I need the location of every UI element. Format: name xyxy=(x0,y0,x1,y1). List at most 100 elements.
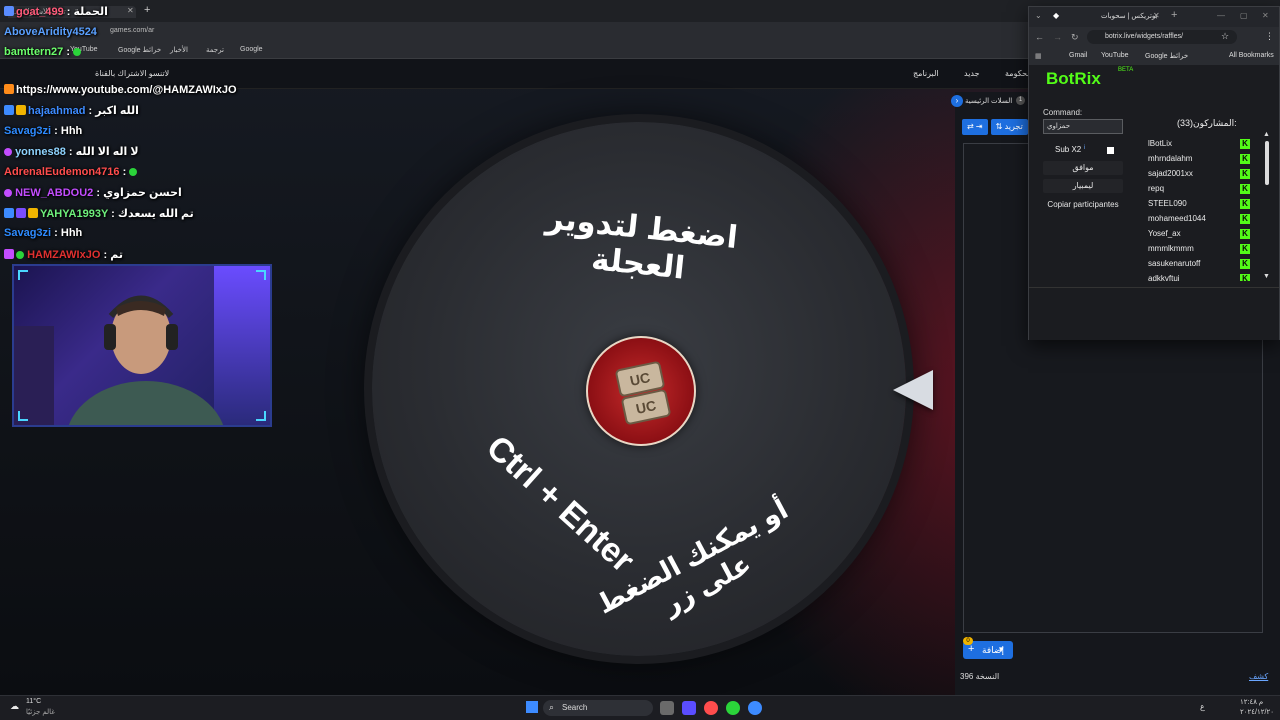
tab-main-lists[interactable]: السلات الرئيسية xyxy=(965,97,1012,105)
sort-button[interactable]: ⇅ تجريد xyxy=(990,119,1028,135)
kick-icon: K xyxy=(1240,184,1250,194)
task-view-icon[interactable] xyxy=(660,701,674,715)
popup-url: botrix.live/widgets/raffles/ xyxy=(1105,33,1184,40)
kick-icon: K xyxy=(1240,154,1250,164)
chat-message: : احسن حمزاوي xyxy=(96,187,182,199)
chat-line: AdrenalEudemon4716 : xyxy=(4,166,138,178)
chat-username: AboveAridity4524 xyxy=(4,26,97,38)
participant-name: mohameed1044 xyxy=(1148,214,1206,223)
start-icon[interactable] xyxy=(526,701,538,713)
popup-url-bar[interactable]: botrix.live/widgets/raffles/ xyxy=(1087,30,1237,44)
chat-line: NEW_ABDOU2 : احسن حمزاوي xyxy=(4,186,182,199)
chat-line: https://www.youtube.com/@HAMZAWIxJO xyxy=(4,84,237,96)
participant-name: mhrndalahm xyxy=(1148,154,1193,163)
shuffle-button[interactable]: ⇄ ⇥ xyxy=(962,119,988,135)
divider xyxy=(1029,287,1279,288)
chevron-down-icon: ▾ xyxy=(999,644,1004,654)
bookmark-maps[interactable]: Google خرائط xyxy=(1145,52,1188,60)
badge-icon xyxy=(16,208,26,218)
scroll-down-icon[interactable]: ▼ xyxy=(1263,273,1270,280)
clock-time: م ١٢:٤٨ xyxy=(1240,699,1264,706)
wheel-pointer-icon xyxy=(893,370,933,410)
expand-icon[interactable]: › xyxy=(951,95,963,107)
back-icon[interactable]: ← xyxy=(1035,32,1044,42)
badge-icon xyxy=(4,105,14,115)
close-tab-icon[interactable]: ✕ xyxy=(1153,11,1160,20)
close-window-icon[interactable]: ✕ xyxy=(1262,11,1269,20)
info-icon[interactable]: i xyxy=(1084,145,1085,151)
uc-coin-icon: UC UC xyxy=(615,361,671,425)
participant-name: Yosef_ax xyxy=(1148,229,1181,238)
tools-row: ⇄ ⇥ ⇅ تجريد xyxy=(962,118,1031,135)
command-input[interactable]: حمزاوي xyxy=(1043,119,1123,134)
chat-message: : Hhh xyxy=(54,125,83,137)
search-label: Search xyxy=(562,703,588,712)
minimize-icon[interactable]: — xyxy=(1217,11,1225,20)
sub-x2-checkbox[interactable] xyxy=(1107,147,1114,154)
maximize-icon[interactable]: ▢ xyxy=(1240,11,1248,20)
new-badge: 0 xyxy=(963,637,973,645)
weather-temp: 11°C xyxy=(26,698,42,705)
chat-line: HAMZAWIxJO : تم xyxy=(4,248,123,261)
kick-icon: K xyxy=(1240,229,1250,239)
emote-icon xyxy=(73,48,82,57)
app-icon[interactable] xyxy=(682,701,696,715)
popup-tab-title[interactable]: بوتريكس | سحوبات xyxy=(1101,12,1158,20)
apps-icon[interactable]: ▦ xyxy=(1035,52,1042,60)
chat-message: : تم xyxy=(103,249,123,261)
count-label: النسخة 396 xyxy=(960,672,1000,681)
weather-icon[interactable]: ☁ xyxy=(10,701,19,712)
sub-x2-label: Sub X2 xyxy=(1055,145,1082,154)
all-bookmarks[interactable]: All Bookmarks xyxy=(1229,52,1274,59)
participant-name: STEEL090 xyxy=(1148,199,1187,208)
wheel-center-logo[interactable]: UC UC xyxy=(586,336,696,446)
chat-username: Savag3zi xyxy=(4,227,52,239)
participant-name: adkkvftui xyxy=(1148,274,1180,281)
new-tab-icon[interactable]: + xyxy=(1171,9,1177,21)
chat-username: Savag3zi xyxy=(4,125,52,137)
chat-line: Savag3zi : Hhh xyxy=(4,227,82,239)
reset-button[interactable]: ليمبيار xyxy=(1043,179,1123,193)
chat-username: NEW_ABDOU2 xyxy=(15,187,94,199)
copy-participants-button[interactable]: Copiar participantes xyxy=(1043,198,1123,212)
chat-overlay: goat_499 : الحملة AboveAridity4524 bamtt… xyxy=(0,0,380,265)
chrome-icon[interactable] xyxy=(726,701,740,715)
popup-titlebar: ⌄ ◆ بوتريكس | سحوبات ✕ + — ▢ ✕ xyxy=(1029,7,1279,27)
frame-corner xyxy=(256,270,266,280)
chat-message: : xyxy=(66,46,71,58)
scroll-up-icon[interactable]: ▲ xyxy=(1263,131,1270,138)
app-icon[interactable] xyxy=(704,701,718,715)
chat-username: HAMZAWIxJO xyxy=(27,249,101,261)
bookmark-gmail[interactable]: Gmail xyxy=(1069,52,1087,59)
command-label: Command: xyxy=(1043,108,1083,117)
frame-corner xyxy=(18,411,28,421)
badge-icon xyxy=(4,84,14,94)
star-icon[interactable]: ☆ xyxy=(1221,31,1229,42)
beta-badge: BETA xyxy=(1118,67,1134,73)
tab-menu-icon[interactable]: ⌄ xyxy=(1035,11,1042,20)
language-indicator[interactable]: ع xyxy=(1200,702,1205,711)
emote-icon xyxy=(129,168,138,177)
taskbar: ☁ 11°C غالم جزئيًا ⌕ Search ع م ١٢:٤٨ ٢٠… xyxy=(0,695,1280,720)
chat-message: : تم الله يسعدك xyxy=(111,208,194,220)
participant-name: sasukenarutoff xyxy=(1148,259,1201,268)
chat-username: YAHYA1993Y xyxy=(40,208,109,220)
forward-icon[interactable]: → xyxy=(1053,32,1062,42)
nav-item[interactable]: البرنامج xyxy=(913,69,939,78)
participants-scrollbar[interactable] xyxy=(1265,141,1269,185)
chat-message: https://www.youtube.com/@HAMZAWIxJO xyxy=(16,84,237,96)
sort-label: تجريد xyxy=(1004,122,1023,131)
taskbar-search[interactable]: ⌕ Search xyxy=(543,700,653,716)
badge-icon xyxy=(4,6,14,16)
reload-icon[interactable]: ↻ xyxy=(1071,32,1079,43)
nav-item[interactable]: جديد xyxy=(964,69,980,78)
more-icon[interactable]: ⋮ xyxy=(1265,31,1274,42)
bookmark-youtube[interactable]: YouTube xyxy=(1101,52,1129,59)
approve-button[interactable]: موافق xyxy=(1043,161,1123,175)
badge-icon xyxy=(4,148,12,157)
chrome-icon[interactable] xyxy=(748,701,762,715)
kick-icon: K xyxy=(1240,139,1250,149)
help-link[interactable]: كشف xyxy=(1249,672,1268,681)
kick-icon: K xyxy=(1240,259,1250,269)
participants-list[interactable]: lBotLix K mhrndalahm K sajad2001xx K repq K … xyxy=(1139,135,1267,281)
